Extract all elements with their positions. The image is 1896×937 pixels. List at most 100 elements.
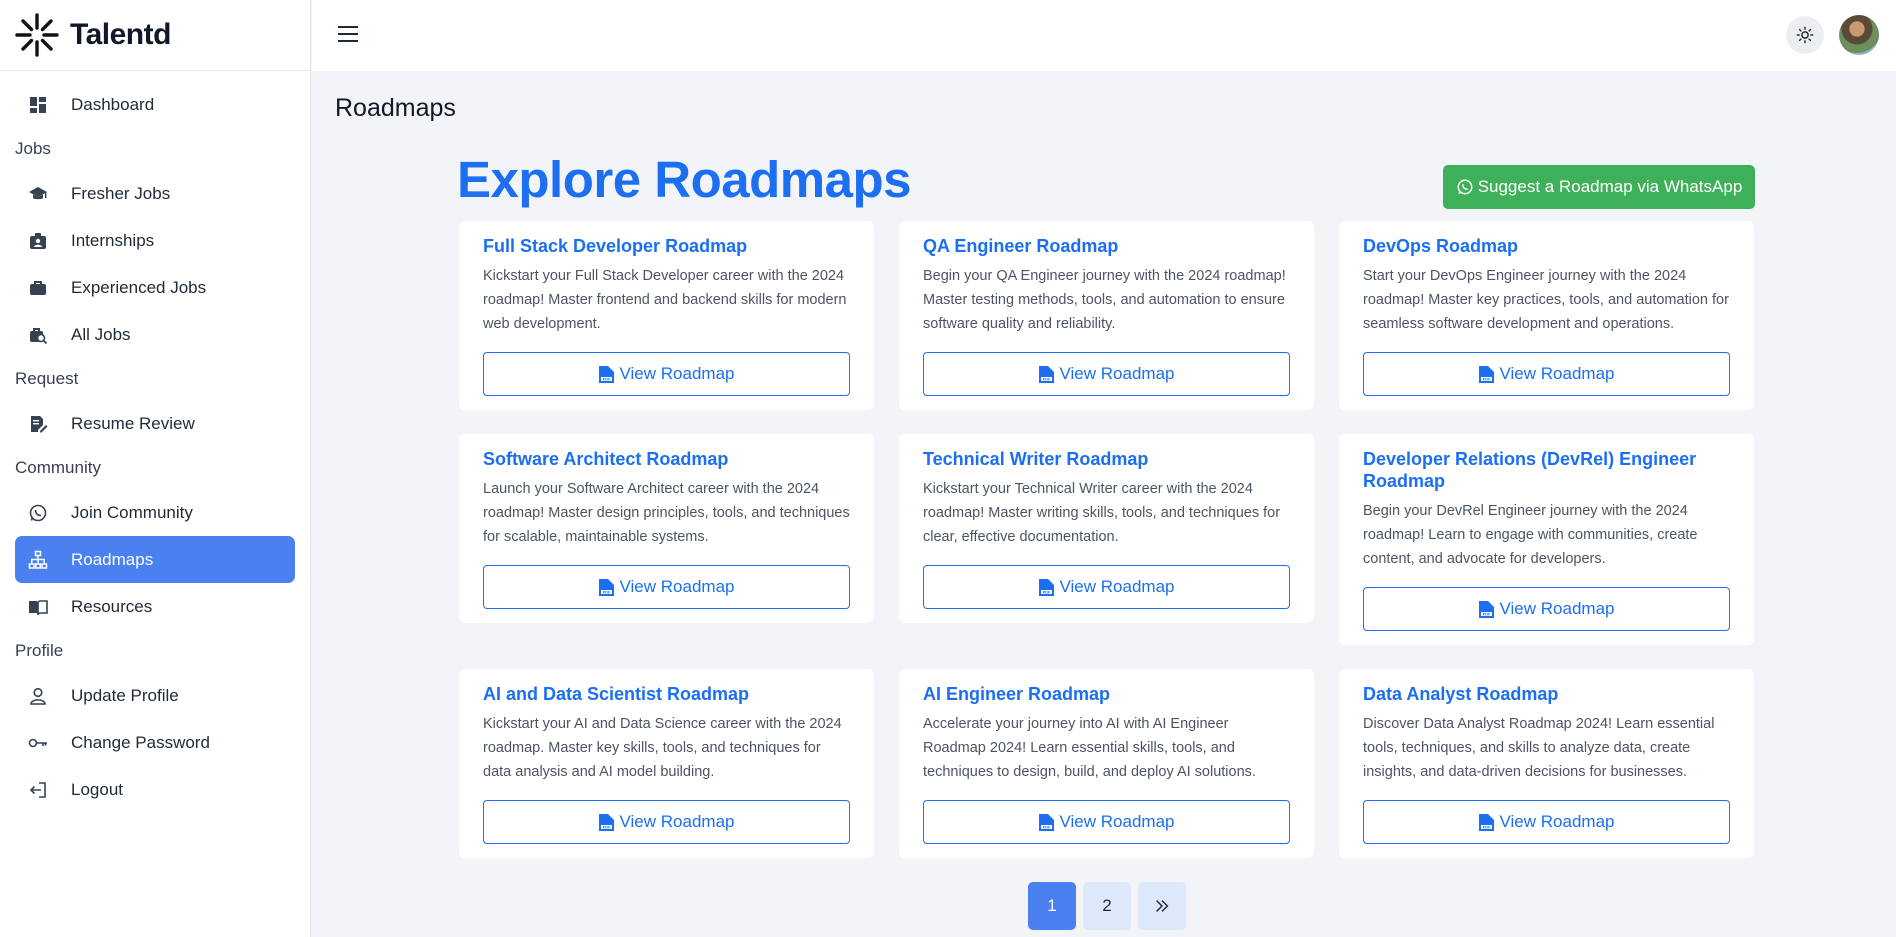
view-roadmap-button[interactable]: PDF View Roadmap bbox=[923, 565, 1290, 609]
sidebar-item-label: Fresher Jobs bbox=[71, 183, 171, 203]
roadmap-card: AI Engineer Roadmap Accelerate your jour… bbox=[899, 669, 1314, 858]
sidebar-item-all-jobs[interactable]: All Jobs bbox=[15, 311, 295, 358]
key-icon bbox=[27, 732, 49, 754]
sidebar-item-update-profile[interactable]: Update Profile bbox=[15, 672, 295, 719]
svg-text:PDF: PDF bbox=[1482, 825, 1490, 829]
sidebar-item-resources[interactable]: Resources bbox=[15, 583, 295, 630]
graduation-cap-icon bbox=[27, 183, 49, 205]
svg-text:PDF: PDF bbox=[1482, 612, 1490, 616]
card-description: Begin your DevRel Engineer journey with … bbox=[1363, 503, 1698, 567]
button-label: View Roadmap bbox=[1499, 364, 1615, 383]
svg-text:PDF: PDF bbox=[1042, 377, 1050, 381]
pdf-file-icon: PDF bbox=[1478, 600, 1494, 618]
button-label: View Roadmap bbox=[1059, 577, 1175, 596]
avatar[interactable] bbox=[1839, 15, 1879, 55]
roadmap-card: Technical Writer Roadmap Kickstart your … bbox=[899, 434, 1314, 623]
section-jobs: Jobs bbox=[15, 139, 51, 158]
logout-icon bbox=[27, 779, 49, 801]
sidebar-item-resume-review[interactable]: Resume Review bbox=[15, 400, 295, 447]
briefcase-icon bbox=[27, 277, 49, 299]
view-roadmap-button[interactable]: PDF View Roadmap bbox=[483, 800, 850, 844]
card-title[interactable]: DevOps Roadmap bbox=[1363, 235, 1730, 257]
sidebar-item-experienced-jobs[interactable]: Experienced Jobs bbox=[15, 264, 295, 311]
card-description: Discover Data Analyst Roadmap 2024! Lear… bbox=[1363, 716, 1715, 780]
card-title[interactable]: AI and Data Scientist Roadmap bbox=[483, 683, 850, 705]
roadmap-card: AI and Data Scientist Roadmap Kickstart … bbox=[459, 669, 874, 858]
button-label: View Roadmap bbox=[619, 812, 735, 831]
roadmap-card: QA Engineer Roadmap Begin your QA Engine… bbox=[899, 221, 1314, 410]
view-roadmap-button[interactable]: PDF View Roadmap bbox=[1363, 800, 1730, 844]
sidebar-nav: Dashboard Jobs Fresher Jobs Internships … bbox=[0, 71, 310, 813]
svg-text:PDF: PDF bbox=[1042, 590, 1050, 594]
pdf-file-icon: PDF bbox=[598, 813, 614, 831]
sidebar-item-join-community[interactable]: Join Community bbox=[15, 489, 295, 536]
view-roadmap-button[interactable]: PDF View Roadmap bbox=[923, 800, 1290, 844]
sidebar-item-label: All Jobs bbox=[71, 324, 131, 344]
card-description: Kickstart your Full Stack Developer care… bbox=[483, 268, 847, 332]
view-roadmap-button[interactable]: PDF View Roadmap bbox=[923, 352, 1290, 396]
sidebar-item-fresher-jobs[interactable]: Fresher Jobs bbox=[15, 170, 295, 217]
sidebar-item-internships[interactable]: Internships bbox=[15, 217, 295, 264]
sidebar-item-dashboard[interactable]: Dashboard bbox=[15, 81, 295, 128]
card-description: Accelerate your journey into AI with AI … bbox=[923, 716, 1256, 780]
pagination-page-2[interactable]: 2 bbox=[1083, 882, 1131, 930]
card-description: Kickstart your Technical Writer career w… bbox=[923, 481, 1281, 545]
card-title[interactable]: Data Analyst Roadmap bbox=[1363, 683, 1730, 705]
button-label: View Roadmap bbox=[1499, 599, 1615, 618]
button-label: View Roadmap bbox=[619, 364, 735, 383]
view-roadmap-button[interactable]: PDF View Roadmap bbox=[483, 352, 850, 396]
menu-icon[interactable] bbox=[336, 22, 360, 46]
hero-title: Explore Roadmaps bbox=[457, 151, 911, 208]
svg-text:PDF: PDF bbox=[602, 590, 610, 594]
card-title[interactable]: Full Stack Developer Roadmap bbox=[483, 235, 850, 257]
logo-icon bbox=[15, 13, 59, 57]
card-title[interactable]: Software Architect Roadmap bbox=[483, 448, 850, 470]
id-badge-icon bbox=[27, 230, 49, 252]
search-briefcase-icon bbox=[27, 324, 49, 346]
user-icon bbox=[27, 685, 49, 707]
sidebar-item-label: Join Community bbox=[71, 502, 193, 522]
suggest-roadmap-whatsapp-button[interactable]: Suggest a Roadmap via WhatsApp bbox=[1443, 165, 1755, 209]
card-description: Kickstart your AI and Data Science caree… bbox=[483, 716, 842, 780]
pdf-file-icon: PDF bbox=[1038, 813, 1054, 831]
card-description: Launch your Software Architect career wi… bbox=[483, 481, 850, 545]
sidebar-item-label: Change Password bbox=[71, 732, 210, 752]
card-title[interactable]: Developer Relations (DevRel) Engineer Ro… bbox=[1363, 448, 1730, 492]
sidebar-item-label: Logout bbox=[71, 779, 123, 799]
card-title[interactable]: Technical Writer Roadmap bbox=[923, 448, 1290, 470]
pdf-file-icon: PDF bbox=[1478, 813, 1494, 831]
file-edit-icon bbox=[27, 413, 49, 435]
roadmap-card: Developer Relations (DevRel) Engineer Ro… bbox=[1339, 434, 1754, 645]
section-community: Community bbox=[15, 458, 101, 477]
button-label: Suggest a Roadmap via WhatsApp bbox=[1477, 177, 1743, 196]
card-description: Start your DevOps Engineer journey with … bbox=[1363, 268, 1729, 332]
sidebar-item-change-password[interactable]: Change Password bbox=[15, 719, 295, 766]
view-roadmap-button[interactable]: PDF View Roadmap bbox=[483, 565, 850, 609]
roadmap-card: Full Stack Developer Roadmap Kickstart y… bbox=[459, 221, 874, 410]
sidebar-item-label: Resume Review bbox=[71, 413, 195, 433]
roadmap-card: DevOps Roadmap Start your DevOps Enginee… bbox=[1339, 221, 1754, 410]
card-title[interactable]: AI Engineer Roadmap bbox=[923, 683, 1290, 705]
pdf-file-icon: PDF bbox=[1478, 365, 1494, 383]
sidebar-item-roadmaps[interactable]: Roadmaps bbox=[15, 536, 295, 583]
sidebar: Talentd Dashboard Jobs Fresher Jobs Inte… bbox=[0, 0, 311, 937]
roadmap-card: Software Architect Roadmap Launch your S… bbox=[459, 434, 874, 623]
brand[interactable]: Talentd bbox=[0, 0, 310, 71]
book-open-icon bbox=[27, 596, 49, 618]
sidebar-item-label: Resources bbox=[71, 596, 153, 616]
sidebar-item-logout[interactable]: Logout bbox=[15, 766, 295, 813]
pdf-file-icon: PDF bbox=[598, 365, 614, 383]
pagination-next-button[interactable] bbox=[1138, 882, 1186, 930]
view-roadmap-button[interactable]: PDF View Roadmap bbox=[1363, 587, 1730, 631]
pagination-page-1[interactable]: 1 bbox=[1028, 882, 1076, 930]
brand-name: Talentd bbox=[70, 18, 171, 51]
sidebar-item-label: Update Profile bbox=[71, 685, 179, 705]
sitemap-icon bbox=[27, 549, 49, 571]
theme-toggle-button[interactable] bbox=[1786, 16, 1824, 54]
svg-text:PDF: PDF bbox=[1042, 825, 1050, 829]
view-roadmap-button[interactable]: PDF View Roadmap bbox=[1363, 352, 1730, 396]
card-title[interactable]: QA Engineer Roadmap bbox=[923, 235, 1290, 257]
svg-text:PDF: PDF bbox=[602, 377, 610, 381]
sun-icon bbox=[1796, 26, 1814, 44]
roadmap-card: Data Analyst Roadmap Discover Data Analy… bbox=[1339, 669, 1754, 858]
